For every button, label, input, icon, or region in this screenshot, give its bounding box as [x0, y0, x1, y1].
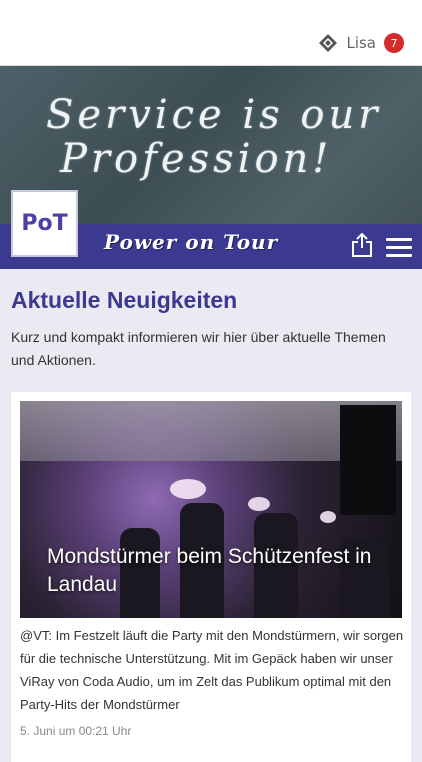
slogan-line-2: Profession! — [60, 136, 333, 182]
top-bar: Lisa 7 — [0, 0, 422, 66]
speaker — [340, 405, 396, 515]
notification-badge[interactable]: 7 — [384, 33, 404, 53]
user-menu[interactable]: Lisa 7 — [318, 32, 404, 54]
stage-light — [248, 497, 270, 511]
hero-banner: Service is our Profession! PoT Power on … — [0, 66, 422, 269]
stage-light — [170, 479, 206, 499]
intro-text: Kurz und kompakt informieren wir hier üb… — [11, 329, 386, 368]
news-image[interactable]: Mondstürmer beim Schützenfest in Landau — [20, 401, 402, 618]
logo-text: PoT — [21, 211, 68, 236]
user-badge-icon — [319, 34, 338, 52]
hamburger-menu-icon[interactable] — [386, 238, 412, 258]
news-date: 5. Juni um 00:21 Uhr — [20, 724, 132, 738]
brand-name: Power on Tour — [104, 230, 279, 254]
share-icon[interactable] — [351, 232, 373, 258]
slogan-line-1: Service is our — [46, 92, 382, 138]
news-card[interactable]: Mondstürmer beim Schützenfest in Landau … — [11, 392, 411, 762]
news-title[interactable]: Mondstürmer beim Schützenfest in Landau — [47, 543, 387, 599]
news-text: @VT: Im Festzelt läuft die Party mit den… — [20, 628, 404, 712]
page-title: Aktuelle Neuigkeiten — [11, 287, 238, 313]
user-name: Lisa — [346, 34, 376, 52]
stage-light — [320, 511, 336, 523]
logo[interactable]: PoT — [11, 190, 78, 257]
